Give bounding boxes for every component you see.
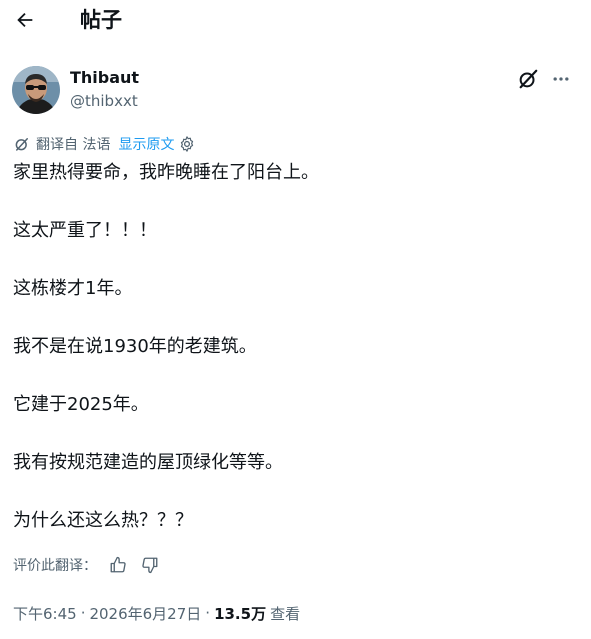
- more-options-button[interactable]: [548, 66, 574, 92]
- thumbs-down-icon: [142, 557, 158, 574]
- author-handle[interactable]: @thibxxt: [70, 91, 138, 111]
- separator: ·: [205, 604, 211, 622]
- gear-icon[interactable]: [178, 135, 196, 153]
- top-bar: 帖子: [0, 0, 591, 40]
- views-count: 13.5万: [214, 604, 267, 623]
- post-text: 家里热得要命，我昨晚睡在了阳台上。 这太严重了！！！ 这栋楼才1年。 我不是在说…: [13, 161, 573, 567]
- show-original-link[interactable]: 显示原文: [118, 134, 174, 154]
- translation-notice: 翻译自 法语 显示原文: [13, 134, 196, 154]
- post-line: 家里热得要命，我昨晚睡在了阳台上。: [13, 162, 319, 183]
- separator: ·: [80, 604, 86, 622]
- post-date[interactable]: 2026年6月27日: [89, 603, 201, 624]
- post-line: 我不是在说1930年的老建筑。: [13, 336, 257, 357]
- thumbs-up-button[interactable]: [107, 554, 129, 576]
- thumbs-up-icon: [110, 556, 126, 573]
- grok-icon: [519, 69, 538, 89]
- post-line: 为什么还这么热？？？: [13, 510, 193, 531]
- arrow-left-icon: [17, 12, 33, 28]
- rate-translation: 评价此翻译：: [13, 554, 161, 576]
- page-title: 帖子: [80, 8, 122, 32]
- post-author: Thibaut @thibxxt: [12, 66, 582, 116]
- post-line: 这栋楼才1年。: [13, 278, 133, 299]
- post-line: 这太严重了！！！: [13, 220, 157, 241]
- post-metadata: 下午6:45 · 2026年6月27日 · 13.5万 查看: [13, 602, 300, 624]
- avatar[interactable]: [12, 66, 60, 114]
- views-label: 查看: [270, 604, 301, 623]
- back-button[interactable]: [10, 6, 40, 34]
- thumbs-down-button[interactable]: [139, 554, 161, 576]
- author-display-name[interactable]: Thibaut: [70, 67, 139, 89]
- grok-translate-icon: [15, 138, 28, 151]
- post-line: 它建于2025年。: [13, 394, 149, 415]
- post-line: 我有按规范建造的屋顶绿化等等。: [13, 452, 283, 473]
- translated-from-label: 翻译自 法语: [36, 137, 111, 153]
- more-horizontal-icon: [553, 77, 569, 81]
- post-time[interactable]: 下午6:45: [13, 603, 77, 624]
- rate-translation-label: 评价此翻译：: [13, 558, 97, 574]
- grok-button[interactable]: [514, 66, 542, 92]
